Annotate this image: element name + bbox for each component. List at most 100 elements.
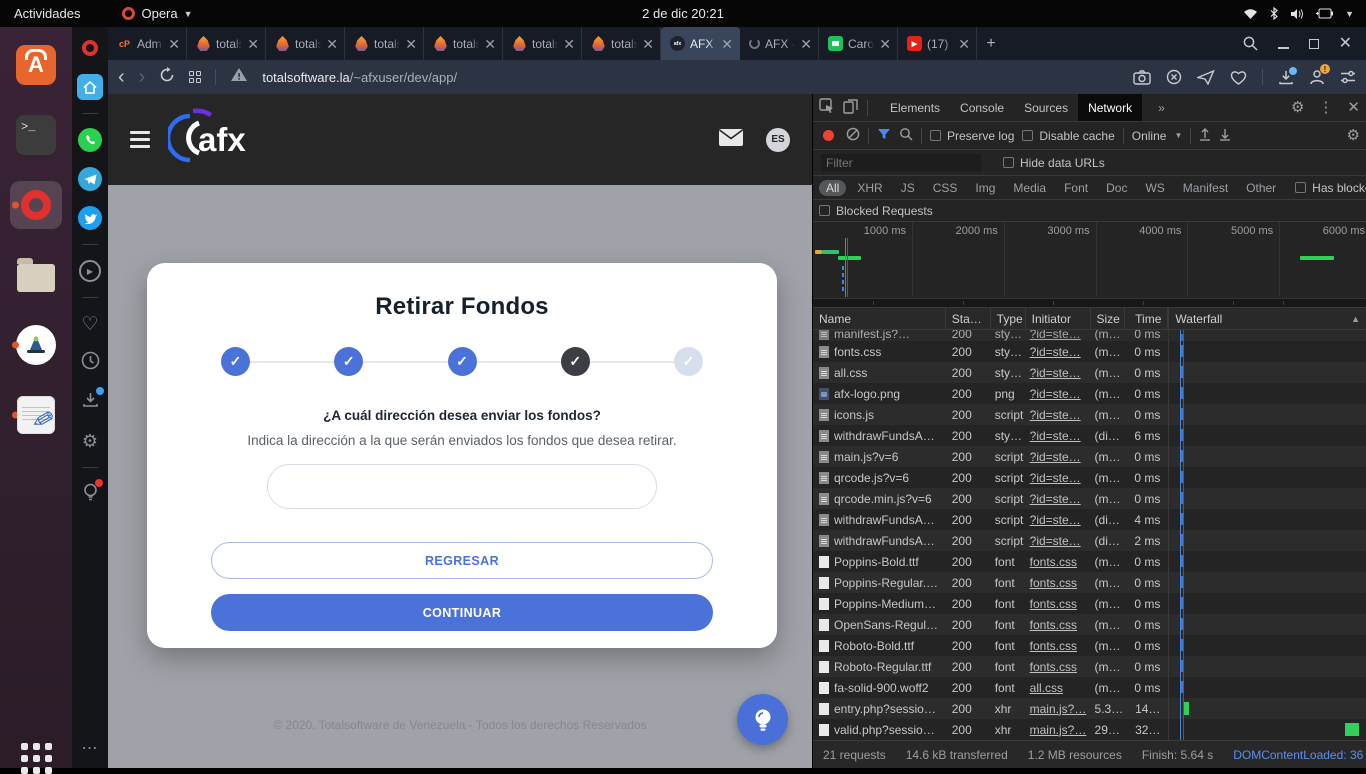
sidebar-item-downloads[interactable] [77,389,103,415]
tab-close-button[interactable]: ✕ [563,37,575,51]
show-applications-button[interactable] [10,714,62,762]
sidebar-item-bookmarks[interactable]: ♡ [77,311,103,337]
type-filter-media[interactable]: Media [1006,180,1053,196]
network-request-row[interactable]: entry.php?sessio…200xhrmain.js?…5.3…14… [813,698,1366,719]
type-filter-doc[interactable]: Doc [1099,180,1134,196]
network-request-row[interactable]: Roboto-Regular.ttf200fontfonts.css(m…0 m… [813,656,1366,677]
network-request-row[interactable]: withdrawFundsA…200script?id=ste…(di…4 ms [813,509,1366,530]
afx-logo[interactable]: afx [168,108,256,171]
inspect-icon[interactable] [819,98,835,117]
export-har-icon[interactable] [1219,128,1231,144]
mail-icon[interactable] [718,128,744,152]
column-status[interactable]: Sta… [946,308,991,329]
network-request-row[interactable]: fonts.css200sty…?id=ste…(m…0 ms [813,341,1366,362]
browser-tab[interactable]: totals✕ [424,27,503,60]
adblock-icon[interactable] [1166,69,1182,85]
network-overview-timeline[interactable]: 1000 ms2000 ms3000 ms4000 ms5000 ms6000 … [813,222,1366,308]
browser-tab[interactable]: AFX -✕ [740,27,819,60]
initiator-link[interactable]: ?id=ste… [1030,387,1081,401]
initiator-link[interactable]: ?id=ste… [1030,534,1081,548]
downloads-icon[interactable] [1278,70,1294,85]
network-request-row[interactable]: qrcode.min.js?v=6200script?id=ste…(m…0 m… [813,488,1366,509]
forward-button[interactable]: › [139,67,146,87]
checkbox-icon[interactable] [1022,130,1033,141]
sidebar-item-player[interactable]: ▶ [77,258,103,284]
network-request-row[interactable]: main.js?v=6200script?id=ste…(m…0 ms [813,446,1366,467]
blocked-requests-checkbox[interactable]: Blocked Requests [819,204,933,218]
hide-data-urls-checkbox[interactable]: Hide data URLs [1003,156,1105,170]
type-filter-other[interactable]: Other [1239,180,1283,196]
network-request-row[interactable]: Roboto-Bold.ttf200fontfonts.css(m…0 ms [813,635,1366,656]
network-request-row[interactable]: fa-solid-900.woff2200fontall.css(m…0 ms [813,677,1366,698]
sidebar-item-history[interactable] [77,350,103,376]
devtools-tab-elements[interactable]: Elements [880,94,950,121]
initiator-link[interactable]: ?id=ste… [1030,330,1081,341]
sidebar-item-twitter[interactable] [77,205,103,231]
initiator-link[interactable]: ?id=ste… [1030,429,1081,443]
network-request-row[interactable]: qrcode.js?v=6200script?id=ste…(m…0 ms [813,467,1366,488]
sidebar-more-button[interactable]: ⋯ [82,738,99,758]
checkbox-icon[interactable] [819,205,830,216]
browser-tab[interactable]: ▶(17) E✕ [898,27,977,60]
step-4-current[interactable]: ✓ [561,347,590,376]
bookmark-heart-icon[interactable] [1230,70,1247,85]
browser-tab[interactable]: totals✕ [503,27,582,60]
column-waterfall[interactable]: Waterfall ▲ [1168,308,1366,329]
browser-tab[interactable]: afxAFX -✕ [661,27,740,60]
activities-button[interactable]: Actividades [0,0,94,27]
devtools-tab-console[interactable]: Console [950,94,1014,121]
device-toolbar-icon[interactable] [843,99,859,117]
close-button[interactable]: ✕ [1339,36,1352,52]
speed-dial-icon[interactable] [189,71,201,83]
my-flow-icon[interactable] [1197,70,1215,85]
tab-close-button[interactable]: ✕ [405,37,417,51]
clock[interactable]: 2 de dic 20:21 [0,6,1366,21]
browser-tab[interactable]: totals✕ [187,27,266,60]
devtools-tab-network[interactable]: Network [1078,94,1142,121]
tab-close-button[interactable]: ✕ [484,37,496,51]
site-security-icon[interactable] [230,67,248,87]
type-filter-css[interactable]: CSS [926,180,965,196]
continue-button[interactable]: CONTINUAR [211,594,713,631]
initiator-link[interactable]: main.js?… [1030,723,1087,737]
step-1-done[interactable]: ✓ [221,347,250,376]
sidebar-item-speed-dial[interactable] [77,74,103,100]
checkbox-icon[interactable] [1003,157,1014,168]
column-name[interactable]: Name [813,308,946,329]
type-filter-xhr[interactable]: XHR [850,180,889,196]
help-fab[interactable] [737,694,788,745]
type-filter-manifest[interactable]: Manifest [1176,180,1235,196]
app-menu[interactable]: Opera ▼ [122,6,192,21]
filter-icon[interactable] [877,128,891,143]
new-tab-button[interactable]: + [977,27,1005,60]
network-request-row[interactable]: all.css200sty…?id=ste…(m…0 ms [813,362,1366,383]
import-har-icon[interactable] [1199,128,1211,144]
initiator-link[interactable]: ?id=ste… [1030,408,1081,422]
chevron-down-icon[interactable]: ▼ [1345,9,1354,19]
opera-menu-button[interactable] [77,35,103,61]
column-size[interactable]: Size [1091,308,1126,329]
back-button[interactable]: REGRESAR [211,542,713,579]
initiator-link[interactable]: fonts.css [1030,555,1077,569]
network-request-row[interactable]: OpenSans-Regul…200fontfonts.css(m…0 ms [813,614,1366,635]
system-tray[interactable]: ▼ [1243,7,1366,20]
initiator-link[interactable]: ?id=ste… [1030,492,1081,506]
dock-item-ubuntu-software[interactable]: A [10,41,62,89]
profile-icon[interactable]: ! [1309,69,1325,85]
reload-button[interactable] [159,67,175,88]
checkbox-icon[interactable] [1295,182,1306,193]
dock-item-opera[interactable] [10,181,62,229]
initiator-link[interactable]: fonts.css [1030,576,1077,590]
type-filter-js[interactable]: JS [894,180,922,196]
preserve-log-checkbox[interactable]: Preserve log [930,129,1014,143]
column-initiator[interactable]: Initiator [1026,308,1091,329]
initiator-link[interactable]: fonts.css [1030,618,1077,632]
has-blocked-cookies-checkbox[interactable]: Has blocked cookies [1295,181,1366,195]
type-filter-ws[interactable]: WS [1138,180,1171,196]
kebab-menu-icon[interactable]: ⋮ [1318,100,1333,115]
browser-tab[interactable]: Carol✕ [819,27,898,60]
network-request-row[interactable]: manifest.js?…200sty…?id=ste…(m…0 ms [813,330,1366,341]
search-icon[interactable] [1243,36,1258,51]
language-badge[interactable]: ES [766,128,790,152]
tab-close-button[interactable]: ✕ [958,37,970,51]
